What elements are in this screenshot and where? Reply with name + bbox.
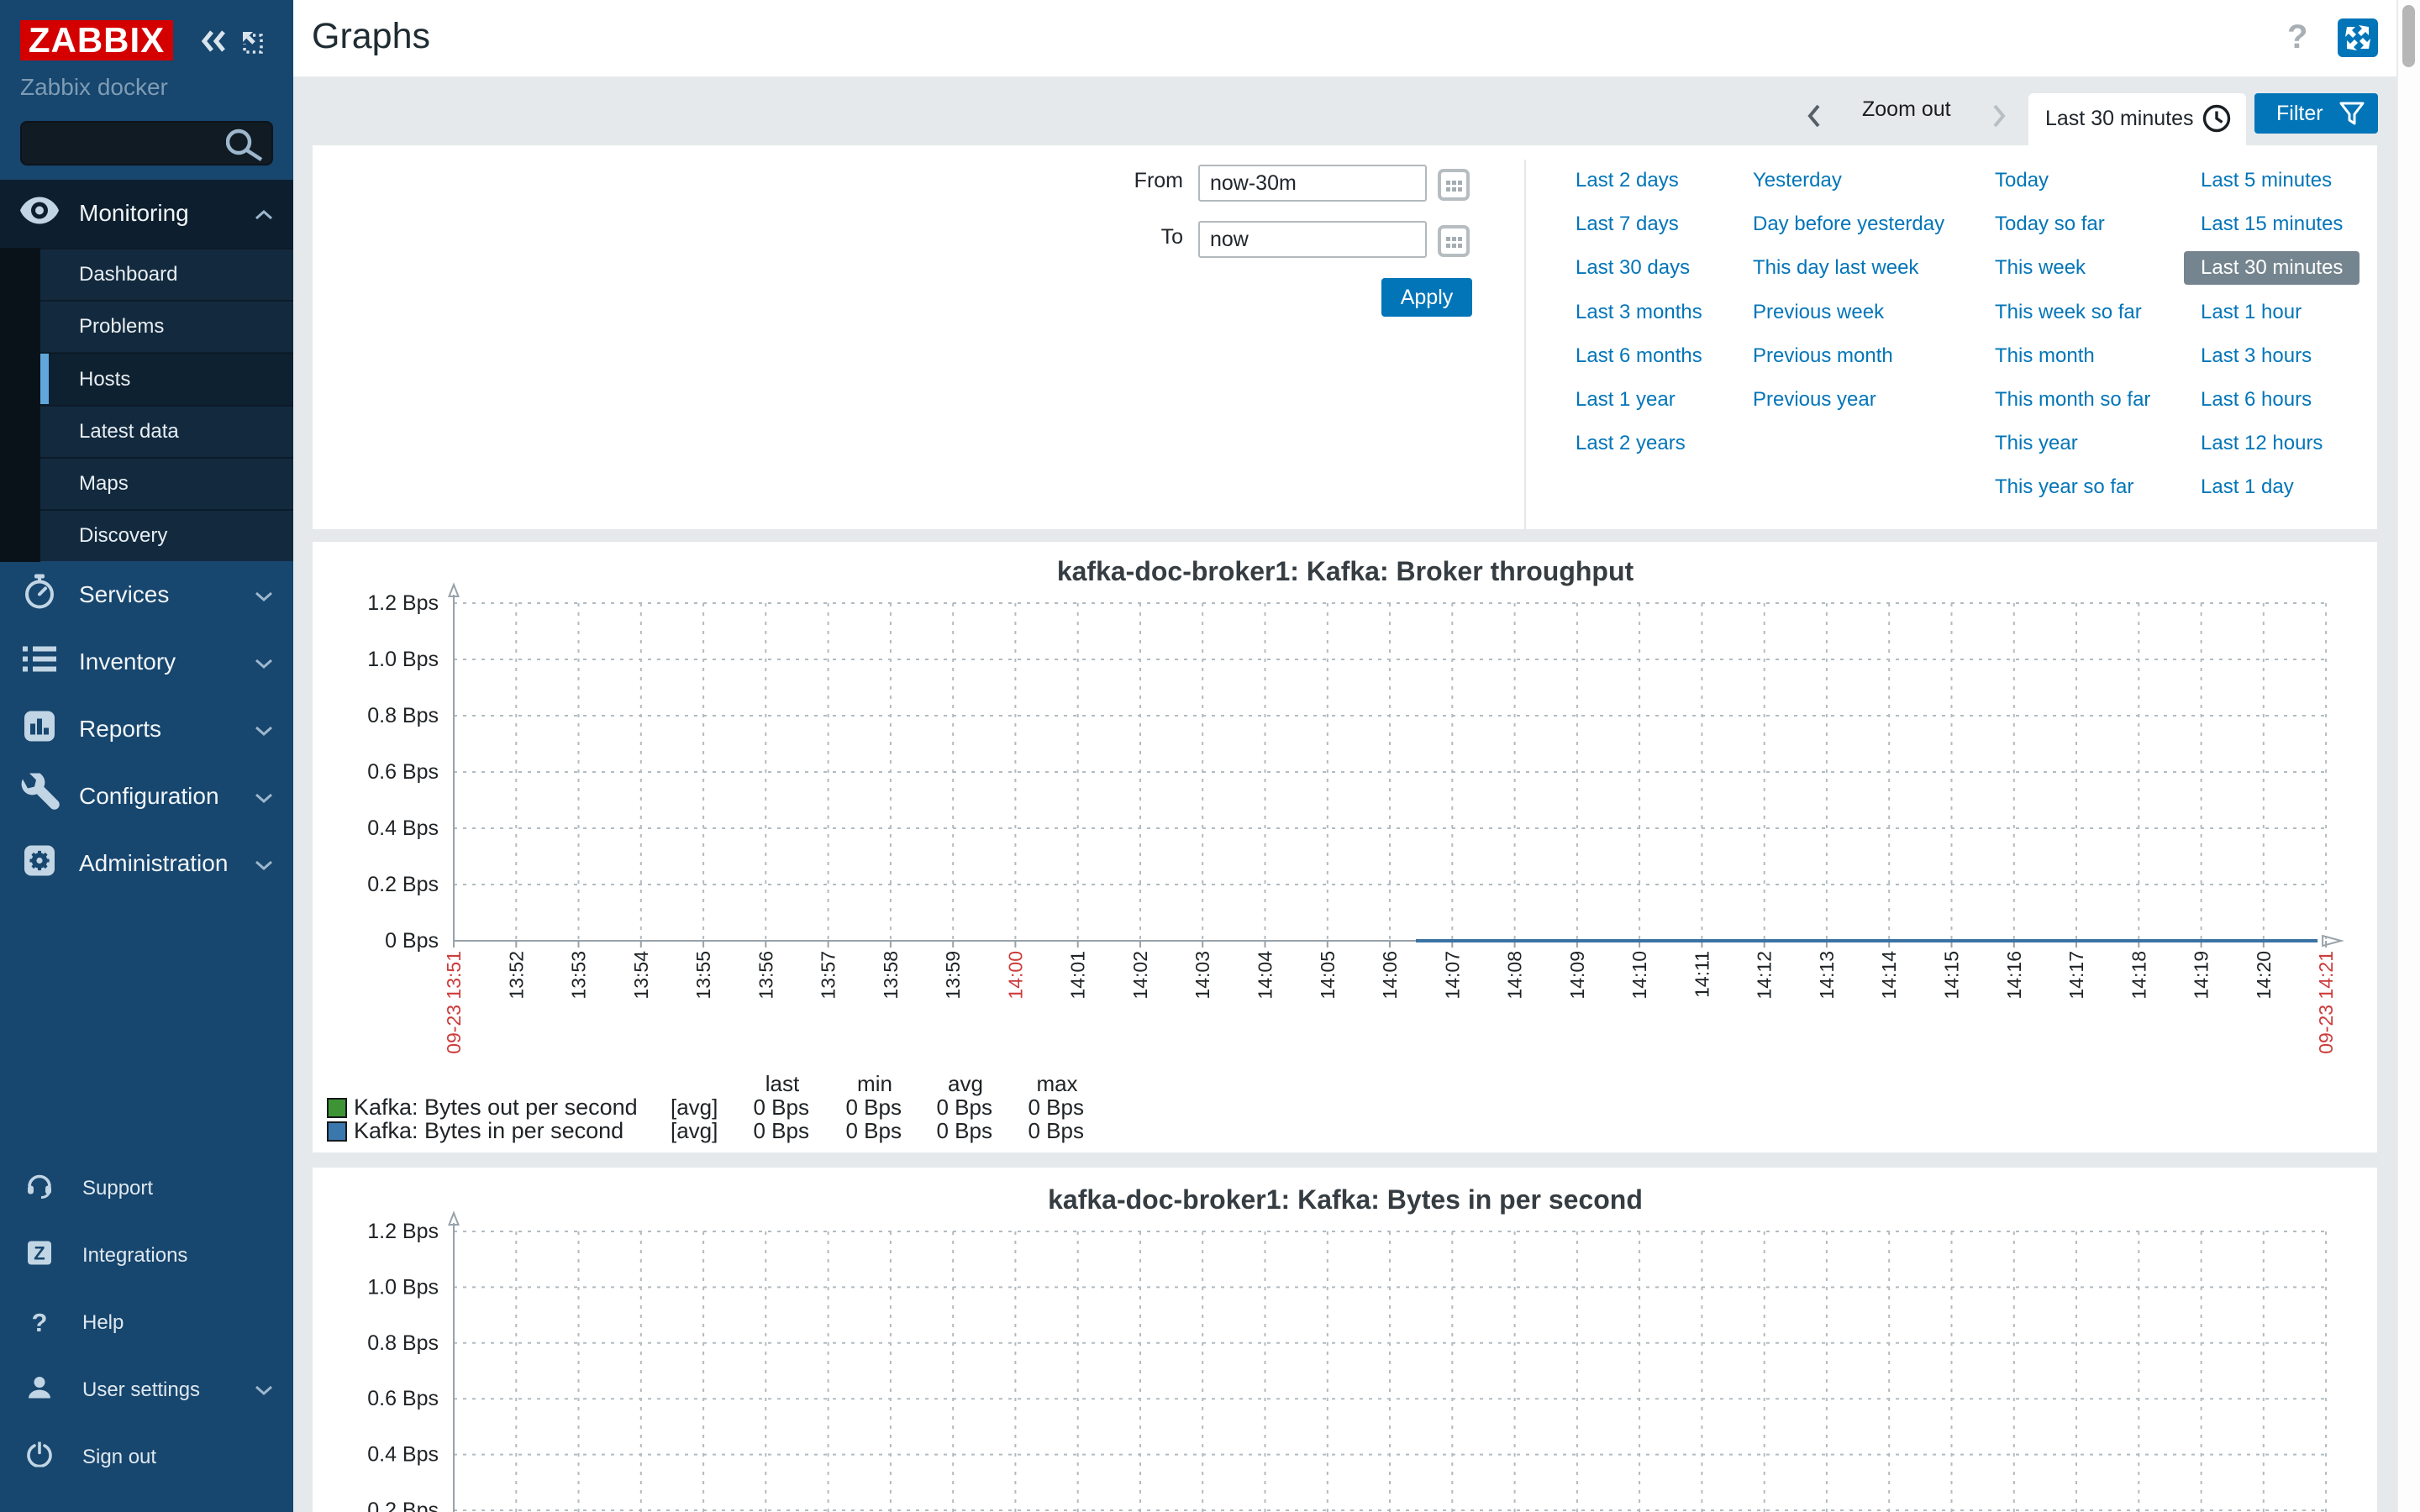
svg-text:13:54: 13:54 — [630, 951, 652, 1000]
svg-text:0.2 Bps: 0.2 Bps — [367, 873, 439, 896]
svg-text:0 Bps: 0 Bps — [385, 929, 439, 953]
svg-text:14:18: 14:18 — [2128, 951, 2149, 1000]
svg-text:0 Bps: 0 Bps — [754, 1095, 810, 1120]
svg-text:14:06: 14:06 — [1379, 951, 1401, 1000]
svg-text:14:16: 14:16 — [2003, 951, 2025, 1000]
svg-text:0.6 Bps: 0.6 Bps — [367, 1387, 439, 1410]
svg-text:1.0 Bps: 1.0 Bps — [367, 1275, 439, 1299]
svg-text:14:01: 14:01 — [1067, 951, 1089, 1000]
svg-text:Kafka: Bytes in per second: Kafka: Bytes in per second — [354, 1118, 623, 1143]
svg-text:13:58: 13:58 — [880, 951, 902, 1000]
svg-text:14:04: 14:04 — [1255, 951, 1276, 1000]
svg-text:13:57: 13:57 — [818, 951, 839, 1000]
svg-text:0 Bps: 0 Bps — [846, 1118, 902, 1143]
svg-text:14:14: 14:14 — [1878, 951, 1900, 1000]
svg-text:09-23 14:21: 09-23 14:21 — [2315, 951, 2337, 1054]
svg-text:14:07: 14:07 — [1441, 951, 1463, 1000]
svg-text:14:19: 14:19 — [2191, 951, 2212, 1000]
svg-text:14:03: 14:03 — [1192, 951, 1213, 1000]
svg-text:avg: avg — [948, 1071, 983, 1096]
svg-text:13:56: 13:56 — [755, 951, 776, 1000]
svg-text:14:09: 14:09 — [1566, 951, 1588, 1000]
svg-text:14:17: 14:17 — [2065, 951, 2087, 1000]
svg-text:0 Bps: 0 Bps — [937, 1118, 993, 1143]
svg-text:14:10: 14:10 — [1628, 951, 1650, 1000]
svg-text:0.2 Bps: 0.2 Bps — [367, 1499, 439, 1512]
svg-text:0 Bps: 0 Bps — [937, 1095, 993, 1120]
svg-text:last: last — [765, 1071, 800, 1096]
svg-text:14:08: 14:08 — [1504, 951, 1526, 1000]
svg-text:13:53: 13:53 — [568, 951, 590, 1000]
svg-text:14:11: 14:11 — [1691, 951, 1712, 998]
svg-text:14:02: 14:02 — [1129, 951, 1151, 1000]
svg-text:0.4 Bps: 0.4 Bps — [367, 816, 439, 840]
svg-text:14:15: 14:15 — [1941, 951, 1963, 1000]
svg-text:kafka-doc-broker1: Kafka: Byte: kafka-doc-broker1: Kafka: Bytes in per s… — [1048, 1184, 1643, 1215]
svg-text:kafka-doc-broker1: Kafka: Brok: kafka-doc-broker1: Kafka: Broker through… — [1057, 556, 1634, 586]
svg-text:0 Bps: 0 Bps — [1028, 1095, 1085, 1120]
svg-text:[avg]: [avg] — [671, 1095, 718, 1120]
svg-text:1.2 Bps: 1.2 Bps — [367, 1220, 439, 1243]
svg-text:14:00: 14:00 — [1004, 951, 1026, 1000]
svg-text:14:05: 14:05 — [1317, 951, 1339, 1000]
svg-text:0.4 Bps: 0.4 Bps — [367, 1443, 439, 1467]
svg-text:max: max — [1036, 1071, 1077, 1096]
svg-text:09-23 13:51: 09-23 13:51 — [443, 951, 465, 1054]
svg-text:0 Bps: 0 Bps — [1028, 1118, 1085, 1143]
svg-text:14:12: 14:12 — [1754, 951, 1776, 1000]
svg-text:13:55: 13:55 — [692, 951, 714, 1000]
svg-text:14:20: 14:20 — [2253, 951, 2275, 1000]
svg-text:min: min — [857, 1071, 892, 1096]
svg-text:13:59: 13:59 — [942, 951, 964, 1000]
svg-text:14:13: 14:13 — [1816, 951, 1838, 1000]
svg-text:Z: Z — [34, 1243, 45, 1264]
svg-text:13:52: 13:52 — [505, 951, 527, 1000]
svg-text:0.8 Bps: 0.8 Bps — [367, 1331, 439, 1355]
svg-text:1.2 Bps: 1.2 Bps — [367, 591, 439, 615]
svg-text:[avg]: [avg] — [671, 1118, 718, 1143]
svg-text:0.6 Bps: 0.6 Bps — [367, 760, 439, 784]
svg-text:0.8 Bps: 0.8 Bps — [367, 704, 439, 727]
svg-text:1.0 Bps: 1.0 Bps — [367, 648, 439, 671]
svg-text:Kafka: Bytes out per second: Kafka: Bytes out per second — [354, 1095, 638, 1120]
svg-text:0 Bps: 0 Bps — [846, 1095, 902, 1120]
svg-text:0 Bps: 0 Bps — [754, 1118, 810, 1143]
